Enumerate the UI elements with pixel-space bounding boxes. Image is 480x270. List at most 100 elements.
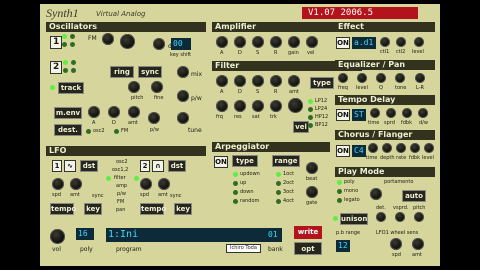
- portamento-knob[interactable]: [370, 188, 382, 200]
- filter-vel-button[interactable]: vel: [293, 121, 309, 133]
- fm-dest-led[interactable]: [114, 129, 119, 134]
- osc1-wave-led[interactable]: [62, 34, 67, 39]
- ring-button[interactable]: ring: [110, 66, 134, 78]
- portamento-auto-button[interactable]: auto: [402, 190, 426, 202]
- chorus-time-knob[interactable]: [368, 143, 378, 153]
- arp-4oct-led[interactable]: [276, 199, 281, 204]
- osc1-wave-led[interactable]: [70, 34, 75, 39]
- arp-type-button[interactable]: type: [232, 155, 258, 167]
- osc2-wave-led[interactable]: [63, 68, 68, 73]
- chorus-type-display[interactable]: C4: [352, 145, 366, 157]
- key-shift-display[interactable]: 00: [171, 38, 191, 50]
- lfo2-amt-knob[interactable]: [158, 178, 170, 190]
- menv-button[interactable]: m.env: [54, 107, 82, 119]
- flt-res-knob[interactable]: [234, 100, 246, 112]
- chorus-depth-knob[interactable]: [382, 143, 392, 153]
- effect-level-knob[interactable]: [414, 37, 424, 47]
- flt-amt-knob[interactable]: [288, 75, 300, 87]
- mono-led[interactable]: [337, 189, 342, 194]
- menv-d-knob[interactable]: [108, 106, 120, 118]
- effect-ctl2-knob[interactable]: [396, 37, 406, 47]
- amp-a-knob[interactable]: [216, 36, 228, 48]
- eq-tone-knob[interactable]: [395, 73, 405, 83]
- osc2-wave-led[interactable]: [71, 60, 76, 65]
- delay-fdbk-knob[interactable]: [402, 108, 412, 118]
- flt-a-knob[interactable]: [216, 75, 228, 87]
- pb-range-display[interactable]: 12: [336, 240, 350, 252]
- effect-type-display[interactable]: a.d1: [352, 37, 376, 49]
- lfo1-amt-knob[interactable]: [70, 178, 82, 190]
- chorus-rate-knob[interactable]: [396, 143, 406, 153]
- delay-time-knob[interactable]: [370, 108, 380, 118]
- lfo1-filter-led[interactable]: [106, 176, 111, 181]
- chorus-fdbk-knob[interactable]: [410, 143, 420, 153]
- osc1-wave-led[interactable]: [62, 42, 67, 47]
- flt-r-knob[interactable]: [270, 75, 282, 87]
- arp-gate-knob[interactable]: [306, 186, 318, 198]
- flt-d-knob[interactable]: [234, 75, 246, 87]
- flt-s-knob[interactable]: [252, 75, 264, 87]
- wheel-spd-knob[interactable]: [390, 238, 402, 250]
- eq-freq-knob[interactable]: [338, 73, 348, 83]
- opt-button[interactable]: opt: [294, 242, 322, 255]
- lp12-led[interactable]: [308, 99, 313, 104]
- unison-det-knob[interactable]: [376, 212, 386, 222]
- osc2-wave-led[interactable]: [63, 60, 68, 65]
- dest-button[interactable]: dest.: [54, 124, 82, 136]
- osc2-pw-knob[interactable]: [148, 112, 160, 124]
- tune-knob[interactable]: [177, 112, 189, 124]
- delay-sprd-knob[interactable]: [386, 108, 396, 118]
- track-button[interactable]: track: [58, 82, 84, 94]
- lfo2-spd-knob[interactable]: [140, 178, 152, 190]
- filter-type-button[interactable]: type: [310, 77, 334, 89]
- arp-random-led[interactable]: [233, 199, 238, 204]
- arp-on-button[interactable]: ON: [214, 156, 228, 168]
- arp-3oct-led[interactable]: [276, 190, 281, 195]
- amp-d-knob[interactable]: [234, 36, 246, 48]
- eq-q-knob[interactable]: [376, 73, 386, 83]
- lfo1-key-button[interactable]: key: [84, 203, 102, 215]
- bank-display[interactable]: 01: [266, 228, 282, 242]
- legato-led[interactable]: [337, 198, 342, 203]
- fine-knob[interactable]: [151, 81, 163, 93]
- osc1-wave-led[interactable]: [70, 42, 75, 47]
- lfo1-dst-button[interactable]: dst: [80, 160, 98, 172]
- eq-pan-knob[interactable]: [415, 73, 425, 83]
- arp-down-led[interactable]: [233, 190, 238, 195]
- flt-sat-knob[interactable]: [252, 100, 264, 112]
- lfo1-wave-button[interactable]: ∿: [64, 160, 76, 172]
- bp12-led[interactable]: [308, 123, 313, 128]
- sync-button[interactable]: sync: [138, 66, 162, 78]
- arp-beat-knob[interactable]: [306, 162, 318, 174]
- fm-knob[interactable]: [102, 33, 114, 45]
- lfo2-dst-button[interactable]: dst: [168, 160, 186, 172]
- eq-level-knob[interactable]: [357, 73, 367, 83]
- effect-on-button[interactable]: ON: [336, 37, 350, 49]
- delay-type-display[interactable]: ST: [352, 109, 366, 121]
- arp-1oct-led[interactable]: [276, 172, 281, 177]
- amp-vel-knob[interactable]: [306, 36, 318, 48]
- pitch-knob[interactable]: [128, 81, 140, 93]
- lfo2-filter-led[interactable]: [134, 176, 139, 181]
- program-display[interactable]: 1:Ini: [106, 228, 282, 242]
- lfo2-key-button[interactable]: key: [174, 203, 192, 215]
- lfo2-tempo-button[interactable]: tempo: [140, 203, 166, 215]
- arp-up-led[interactable]: [233, 181, 238, 186]
- lfo1-tempo-button[interactable]: tempo: [50, 203, 76, 215]
- flt-frq-knob[interactable]: [216, 100, 228, 112]
- lfo2-number[interactable]: 2: [140, 160, 150, 172]
- delay-dw-knob[interactable]: [418, 108, 428, 118]
- unison-pitch-knob[interactable]: [414, 212, 424, 222]
- lfo2-wave-button[interactable]: ∩: [152, 160, 164, 172]
- pw-knob[interactable]: [177, 90, 189, 102]
- main-osc-knob[interactable]: [120, 34, 135, 49]
- lfo1-number[interactable]: 1: [52, 160, 62, 172]
- flt-big-knob[interactable]: [288, 98, 303, 113]
- menv-amt-knob[interactable]: [128, 106, 140, 118]
- menv-a-knob[interactable]: [88, 106, 100, 118]
- chorus-level-knob[interactable]: [424, 143, 434, 153]
- osc2-dest-led[interactable]: [86, 129, 91, 134]
- voices-display[interactable]: 16: [76, 228, 94, 240]
- write-button[interactable]: write: [294, 226, 322, 239]
- amp-gain-knob[interactable]: [288, 36, 300, 48]
